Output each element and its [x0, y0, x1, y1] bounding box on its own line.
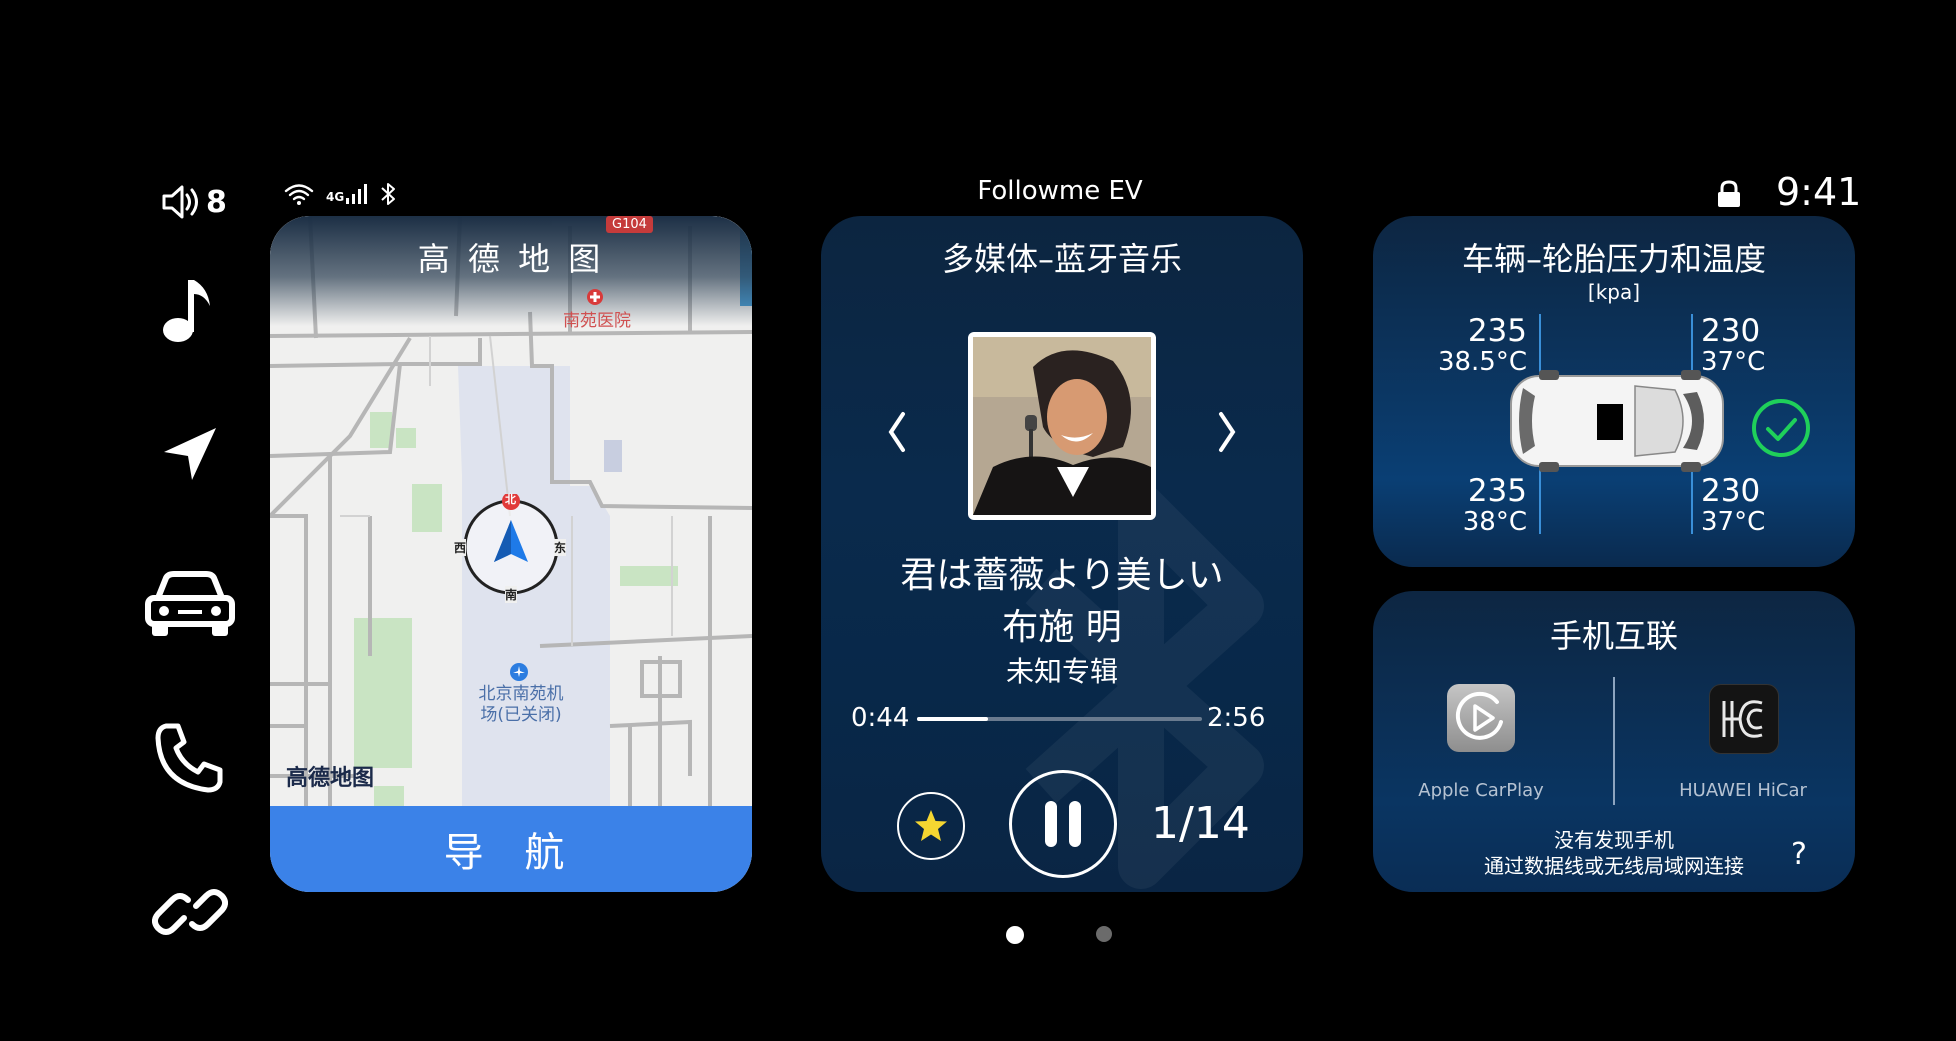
hicar-button[interactable]: [1709, 684, 1779, 754]
next-track-button[interactable]: [1215, 410, 1239, 458]
car-topview-icon: [1510, 370, 1724, 472]
poi-hospital[interactable]: 南苑医院: [552, 311, 642, 332]
rail-navigation-button[interactable]: [140, 404, 240, 504]
phone-projection-card[interactable]: 手机互联 Apple CarPlay HUAWEI HiCar 没有发现手机 通…: [1373, 591, 1855, 892]
song-title: 君は薔薇より美しい: [900, 555, 1224, 596]
app-title: Followme EV: [977, 176, 1143, 206]
pause-icon: [1045, 801, 1081, 847]
track-index: 1/14: [1151, 798, 1250, 849]
map-compass[interactable]: 北 南 东 西: [454, 492, 567, 603]
car-icon: [145, 571, 235, 636]
navigation-arrow-icon: [164, 428, 216, 480]
phone-title: 手机互联: [1549, 617, 1678, 655]
compass-south: 南: [505, 586, 518, 603]
vehicle-tire-card[interactable]: 车辆–轮胎压力和温度 [kpa] 235 38.5°C 230 37°C 235…: [1373, 216, 1855, 567]
hicar-logo-icon: [1722, 700, 1763, 738]
signal-bars-icon: [346, 184, 368, 204]
network-type: 4G: [326, 190, 345, 204]
hospital-icon: [586, 288, 604, 310]
progress-fill: [917, 717, 989, 721]
total-time: 2:56: [1207, 703, 1266, 733]
play-pause-button[interactable]: [1009, 770, 1117, 878]
phone-status-message: 没有发现手机 通过数据线或无线局域网连接: [1484, 828, 1744, 878]
pressure-unit: [kpa]: [1587, 280, 1641, 304]
bluetooth-icon: [381, 183, 396, 205]
tire-rear-left: 235 38°C: [1462, 473, 1527, 538]
carplay-play-icon: [1455, 691, 1503, 740]
rail-vehicle-button[interactable]: [140, 554, 240, 654]
map-card[interactable]: 高 德 地 图 G104 南苑医院 北 南 东 西 北京南苑机 场(已关闭) 高…: [270, 216, 752, 892]
previous-track-button[interactable]: [885, 410, 909, 458]
page-dot-active[interactable]: [1006, 926, 1024, 944]
phone-divider: [1613, 677, 1615, 805]
compass-north: 北: [505, 493, 516, 506]
progress-bar[interactable]: [917, 717, 1202, 721]
rail-link-button[interactable]: [140, 862, 240, 962]
star-icon: [915, 810, 947, 841]
map-logo: 高德地图: [286, 766, 375, 791]
airport-icon: [509, 662, 529, 686]
volume-level: 8: [206, 184, 227, 220]
link-chain-icon: [152, 889, 228, 935]
music-note-icon: [163, 280, 210, 342]
tire-rear-right: 230 37°C: [1701, 473, 1766, 538]
elapsed-time: 0:44: [851, 703, 910, 733]
road-badge: G104: [606, 216, 653, 233]
album-art: [968, 332, 1156, 520]
clock: 9:41: [1776, 170, 1862, 214]
map-title: 高 德 地 图: [417, 240, 605, 278]
carplay-label: Apple CarPlay: [1418, 780, 1544, 801]
tire-ok-check-icon: [1752, 399, 1810, 457]
vehicle-title: 车辆–轮胎压力和温度: [1461, 240, 1766, 278]
wifi-icon: [284, 184, 314, 205]
navigate-button[interactable]: 导 航: [270, 806, 752, 892]
chevron-right-icon: [1219, 412, 1236, 452]
poi-airport[interactable]: 北京南苑机 场(已关闭): [466, 684, 576, 726]
media-title: 多媒体–蓝牙音乐: [941, 240, 1182, 278]
page-dot-inactive[interactable]: [1096, 926, 1112, 942]
rail-music-button[interactable]: [140, 260, 240, 360]
speaker-icon: [162, 185, 198, 219]
phone-handset-icon: [155, 723, 223, 793]
media-card[interactable]: 多媒体–蓝牙音乐 君は薔薇より美しい 布施 明 未知专辑 0:44 2:56 1…: [821, 216, 1303, 892]
carplay-button[interactable]: [1447, 684, 1515, 752]
help-button[interactable]: ?: [1791, 837, 1807, 872]
status-indicators: 4G: [284, 182, 396, 206]
compass-west: 西: [454, 539, 467, 556]
compass-east: 东: [554, 539, 567, 556]
song-album: 未知专辑: [1005, 655, 1118, 688]
hicar-label: HUAWEI HiCar: [1679, 780, 1807, 801]
song-artist: 布施 明: [1002, 607, 1122, 648]
chevron-left-icon: [888, 412, 905, 452]
rail-phone-button[interactable]: [140, 708, 240, 808]
favorite-button[interactable]: [897, 792, 965, 860]
volume-indicator[interactable]: 8: [158, 180, 227, 224]
lock-icon: [1716, 180, 1742, 212]
